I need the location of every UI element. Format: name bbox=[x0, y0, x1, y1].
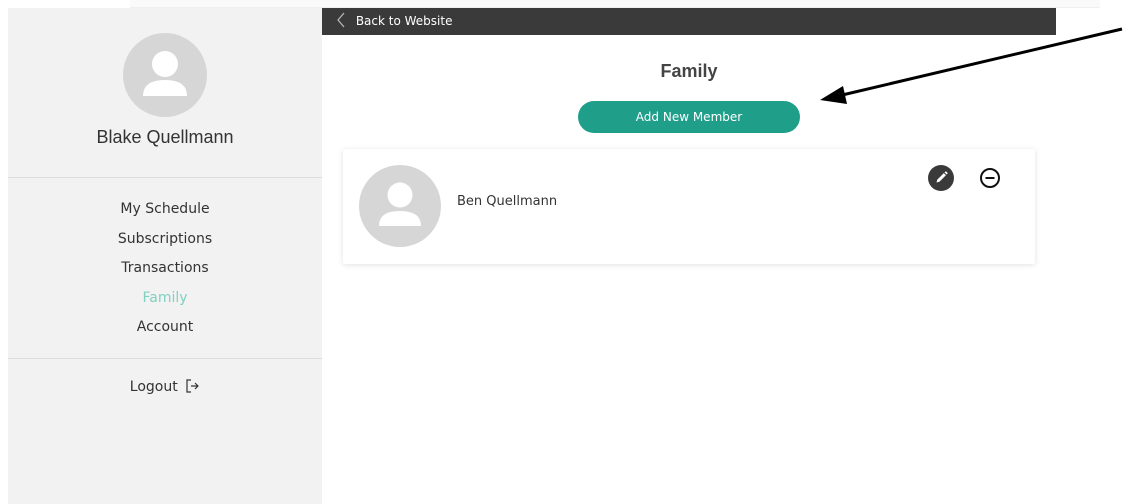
user-name: Blake Quellmann bbox=[96, 127, 234, 147]
top-strip bbox=[130, 0, 1100, 8]
sidebar-item-account[interactable]: Account bbox=[8, 316, 322, 346]
sidebar-item-my-schedule[interactable]: My Schedule bbox=[8, 198, 322, 228]
member-card: Ben Quellmann bbox=[343, 149, 1035, 264]
sidebar-item-family[interactable]: Family bbox=[8, 287, 322, 317]
pencil-icon[interactable] bbox=[928, 165, 954, 191]
member-name: Ben Quellmann bbox=[457, 194, 558, 209]
chevron-left-icon bbox=[336, 12, 356, 28]
minus-circle-icon[interactable] bbox=[978, 166, 1002, 190]
sidebar-item-subscriptions[interactable]: Subscriptions bbox=[8, 228, 322, 258]
sidebar: Blake Quellmann My Schedule Subscription… bbox=[8, 8, 322, 504]
sidebar-item-transactions[interactable]: Transactions bbox=[8, 257, 322, 287]
sidebar-nav: My Schedule Subscriptions Transactions F… bbox=[8, 198, 322, 346]
sidebar-divider bbox=[8, 358, 322, 359]
add-new-member-button[interactable]: Add New Member bbox=[578, 101, 800, 133]
logout-label: Logout bbox=[129, 379, 178, 395]
topbar: Back to Website bbox=[322, 8, 1056, 35]
logout-button[interactable]: Logout bbox=[8, 379, 322, 395]
back-label: Back to Website bbox=[355, 14, 453, 28]
back-to-website-link[interactable]: Back to Website bbox=[336, 8, 452, 35]
member-avatar-icon bbox=[359, 165, 441, 247]
user-avatar-icon bbox=[123, 33, 207, 117]
page-title: Family bbox=[660, 61, 718, 81]
sidebar-divider bbox=[8, 177, 322, 178]
logout-icon bbox=[182, 379, 200, 395]
